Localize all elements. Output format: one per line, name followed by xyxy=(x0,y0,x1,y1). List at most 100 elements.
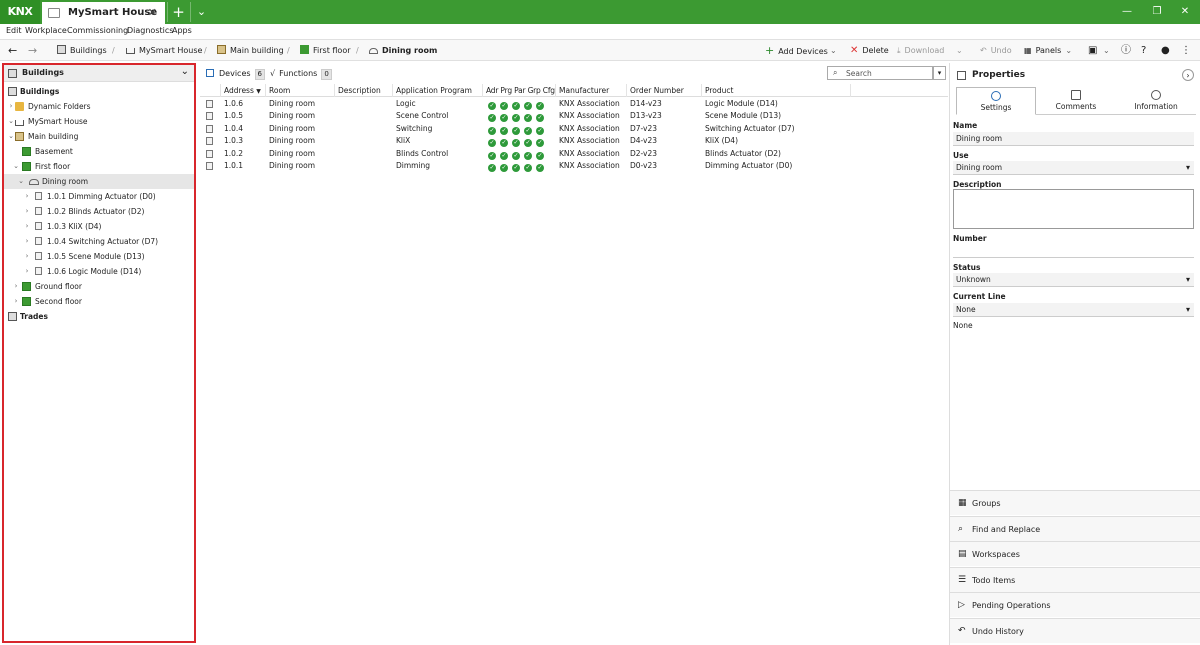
tree-item[interactable]: › Ground floor xyxy=(4,279,194,294)
table-row[interactable]: 1.0.3 Dining room KliX ✓ ✓ ✓ ✓ ✓ KNX Association… xyxy=(200,135,948,148)
tree-item[interactable]: › 1.0.3 KliX (D4) xyxy=(4,219,194,234)
back-arrow-icon[interactable]: ← xyxy=(8,40,17,61)
tree-item[interactable]: ⌄ Main building xyxy=(4,129,194,144)
chevron-down-icon[interactable]: ⌄ xyxy=(12,159,20,174)
accordion-todo-items[interactable]: ☰ Todo Items xyxy=(950,566,1200,592)
tree-item[interactable]: ⌄ First floor xyxy=(4,159,194,174)
menu-apps[interactable]: Apps xyxy=(172,26,192,35)
user-avatar-icon[interactable]: ● xyxy=(1161,40,1170,61)
breadcrumb-first-floor[interactable]: First floor xyxy=(300,40,351,61)
name-field[interactable]: Dining room xyxy=(953,132,1194,146)
col-room[interactable]: Room xyxy=(266,84,335,97)
chevron-right-icon[interactable]: › xyxy=(23,204,31,219)
table-row[interactable]: 1.0.5 Dining room Scene Control ✓ ✓ ✓ ✓ ✓ KNX As… xyxy=(200,110,948,123)
collapse-panel-icon[interactable]: › xyxy=(1182,69,1194,81)
more-options-icon[interactable]: ⋮ xyxy=(1181,40,1191,61)
help-icon[interactable]: ? xyxy=(1141,40,1146,61)
tree-item[interactable]: Basement xyxy=(4,144,194,159)
tab-menu-button[interactable]: ⌄ xyxy=(190,2,212,22)
search-input[interactable]: Search xyxy=(846,69,872,78)
tree-item[interactable]: › 1.0.6 Logic Module (D14) xyxy=(4,264,194,279)
chevron-down-icon[interactable]: ⌄ xyxy=(181,66,189,77)
add-devices-dropdown-icon[interactable]: ⌄ xyxy=(830,40,837,61)
table-row[interactable]: 1.0.4 Dining room Switching ✓ ✓ ✓ ✓ ✓ KNX Associ… xyxy=(200,123,948,135)
menu-diagnostics[interactable]: Diagnostics xyxy=(127,26,173,35)
menu-commissioning[interactable]: Commissioning xyxy=(67,26,128,35)
chevron-right-icon[interactable]: › xyxy=(23,189,31,204)
chevron-right-icon[interactable]: › xyxy=(23,249,31,264)
download-dropdown-icon[interactable]: ⌄ xyxy=(956,40,963,61)
chevron-right-icon[interactable]: › xyxy=(23,264,31,279)
buildings-panel-header[interactable]: Buildings ⌄ xyxy=(4,65,194,82)
accordion-find-and-replace[interactable]: ⌕ Find and Replace xyxy=(950,515,1200,541)
status-select[interactable]: Unknown xyxy=(953,273,1194,287)
col-manufacturer[interactable]: Manufacturer xyxy=(556,84,627,97)
accordion-workspaces[interactable]: ▤ Workspaces xyxy=(950,541,1200,566)
tree-item[interactable]: › Second floor xyxy=(4,294,194,309)
chevron-right-icon[interactable]: › xyxy=(12,294,20,309)
new-tab-button[interactable]: + xyxy=(167,2,189,22)
tree-item[interactable]: ⌄ MySmart House xyxy=(4,114,194,129)
col-order-number[interactable]: Order Number xyxy=(627,84,702,97)
chevron-right-icon[interactable]: › xyxy=(23,219,31,234)
tab-close-icon[interactable]: ✕ xyxy=(148,2,157,24)
col-address[interactable]: Address ▼ xyxy=(221,84,266,97)
undo-button[interactable]: ↶ Undo xyxy=(980,40,1012,61)
accordion-undo-history[interactable]: ↶ Undo History xyxy=(950,617,1200,643)
tree-item[interactable]: › Dynamic Folders xyxy=(4,99,194,114)
chevron-down-icon[interactable]: ⌄ xyxy=(7,129,15,144)
maximize-button[interactable]: ❐ xyxy=(1142,0,1172,24)
accordion-groups[interactable]: ▦ Groups xyxy=(950,490,1200,515)
tab-settings[interactable]: Settings xyxy=(956,87,1036,115)
tab-comments[interactable]: Comments xyxy=(1036,87,1116,115)
description-field[interactable] xyxy=(953,189,1194,229)
breadcrumb-buildings[interactable]: Buildings xyxy=(57,40,107,61)
number-field[interactable] xyxy=(953,244,1194,258)
breadcrumb-main-building[interactable]: Main building xyxy=(217,40,284,61)
menu-workplace[interactable]: Workplace xyxy=(25,26,67,35)
table-row[interactable]: 1.0.6 Dining room Logic ✓ ✓ ✓ ✓ ✓ KNX Associatio… xyxy=(200,98,948,110)
minimize-button[interactable]: — xyxy=(1112,0,1142,24)
search-dropdown-icon[interactable]: ▾ xyxy=(933,66,946,80)
tab-functions[interactable]: √ Functions 0 xyxy=(270,66,332,82)
table-row[interactable]: 1.0.2 Dining room Blinds Control ✓ ✓ ✓ ✓ ✓ KNX A… xyxy=(200,148,948,160)
delete-button[interactable]: ✕ Delete xyxy=(850,40,889,61)
tab-information[interactable]: Information xyxy=(1116,87,1196,115)
add-devices-button[interactable]: + Add Devices xyxy=(765,40,828,61)
table-row[interactable]: 1.0.1 Dining room Dimming ✓ ✓ ✓ ✓ ✓ KNX Associat… xyxy=(200,160,948,172)
accordion-pending-operations[interactable]: ▷ Pending Operations xyxy=(950,592,1200,617)
chevron-down-icon[interactable]: ⌄ xyxy=(7,114,15,129)
col-description[interactable]: Description xyxy=(335,84,393,97)
tree-item-label: Buildings xyxy=(20,87,60,96)
info-icon[interactable]: ⓘ xyxy=(1121,40,1131,61)
tab-mysmart-house[interactable]: MySmart House ✕ xyxy=(42,2,165,24)
download-button[interactable]: ⤓ Download xyxy=(897,40,944,61)
tree-item[interactable]: Trades xyxy=(4,309,194,324)
col-status-flags[interactable]: Adr Prg Par Grp Cfg xyxy=(483,84,556,97)
panels-button[interactable]: ▦ Panels ⌄ xyxy=(1024,40,1072,61)
tree-item[interactable]: Buildings xyxy=(4,84,194,99)
tree-item[interactable]: › 1.0.2 Blinds Actuator (D2) xyxy=(4,204,194,219)
close-window-button[interactable]: ✕ xyxy=(1170,0,1200,24)
breadcrumb-separator: / xyxy=(356,46,359,55)
search-box[interactable]: ⌕ Search xyxy=(827,66,933,80)
chevron-right-icon[interactable]: › xyxy=(23,234,31,249)
tree-item[interactable]: › 1.0.4 Switching Actuator (D7) xyxy=(4,234,194,249)
tree-item[interactable]: › 1.0.1 Dimming Actuator (D0) xyxy=(4,189,194,204)
use-select[interactable]: Dining room xyxy=(953,161,1194,175)
menu-edit[interactable]: Edit xyxy=(6,26,22,35)
current-line-select[interactable]: None xyxy=(953,303,1194,317)
breadcrumb-mysmart-house[interactable]: MySmart House xyxy=(126,40,202,61)
tab-devices[interactable]: Devices 6 xyxy=(206,66,265,82)
chevron-right-icon[interactable]: › xyxy=(12,279,20,294)
breadcrumb-dining-room[interactable]: Dining room xyxy=(369,40,437,61)
col-product[interactable]: Product xyxy=(702,84,851,97)
col-application-program[interactable]: Application Program xyxy=(393,84,483,97)
tree-item[interactable]: ⌄ Dining room xyxy=(4,174,194,189)
chevron-down-icon[interactable]: ⌄ xyxy=(17,174,25,189)
forward-arrow-icon[interactable]: → xyxy=(28,40,37,61)
layout-icon[interactable]: ▣ xyxy=(1088,40,1097,61)
layout-dropdown-icon[interactable]: ⌄ xyxy=(1103,40,1110,61)
tree-item[interactable]: › 1.0.5 Scene Module (D13) xyxy=(4,249,194,264)
chevron-right-icon[interactable]: › xyxy=(7,99,15,114)
